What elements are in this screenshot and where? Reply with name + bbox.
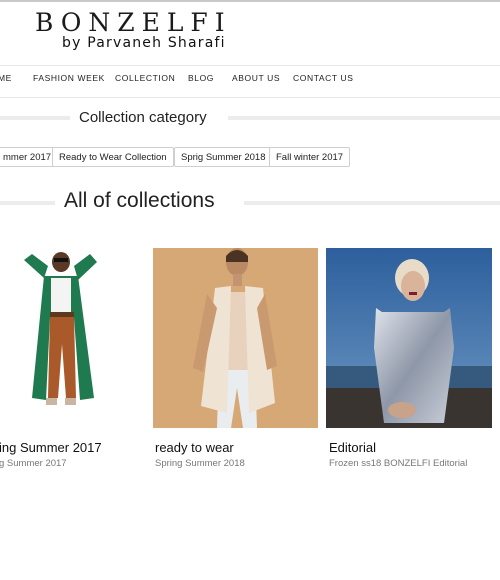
nav-item-about-us[interactable]: ABOUT US [232, 73, 280, 83]
nav-item-collection[interactable]: COLLECTION [115, 73, 175, 83]
collection-card-image[interactable] [0, 248, 116, 428]
divider-line [228, 116, 500, 120]
category-tag[interactable]: Sprig Summer 2018 [174, 147, 273, 167]
collections-section-title: All of collections [56, 189, 223, 213]
model-illustration [24, 252, 97, 405]
brand-byline: by Parvaneh Sharafi [62, 35, 226, 51]
nav-item-contact-us[interactable]: CONTACT US [293, 73, 353, 83]
divider-line [244, 201, 500, 205]
divider-line [0, 201, 55, 205]
category-section-title: Collection category [71, 109, 215, 126]
collection-card-subtitle: Frozen ss18 BONZELFI Editorial [329, 458, 468, 469]
nav-item-blog[interactable]: BLOG [188, 73, 214, 83]
brand-logo[interactable]: BONZELFI [35, 8, 232, 37]
collection-card-title[interactable]: ready to wear [155, 440, 234, 455]
collection-card-image[interactable] [326, 248, 492, 428]
top-border [0, 0, 500, 2]
category-tag[interactable]: Ready to Wear Collection [52, 147, 174, 167]
model-illustration [153, 248, 318, 428]
category-tag[interactable]: mmer 2017 [0, 147, 59, 167]
collection-card-title[interactable]: Editorial [329, 440, 376, 455]
category-tag[interactable]: Fall winter 2017 [269, 147, 351, 167]
nav-item-home[interactable]: ME [0, 73, 12, 83]
main-nav: ME FASHION WEEK COLLECTION BLOG ABOUT US… [0, 65, 500, 98]
collection-card-subtitle: g Summer 2017 [0, 458, 67, 469]
divider-line [0, 116, 70, 120]
collection-card-title[interactable]: ing Summer 2017 [0, 440, 102, 455]
nav-item-fashion-week[interactable]: FASHION WEEK [33, 73, 105, 83]
collection-card-subtitle: Spring Summer 2018 [155, 458, 245, 469]
collection-card-image[interactable] [153, 248, 318, 428]
model-illustration [326, 248, 492, 428]
